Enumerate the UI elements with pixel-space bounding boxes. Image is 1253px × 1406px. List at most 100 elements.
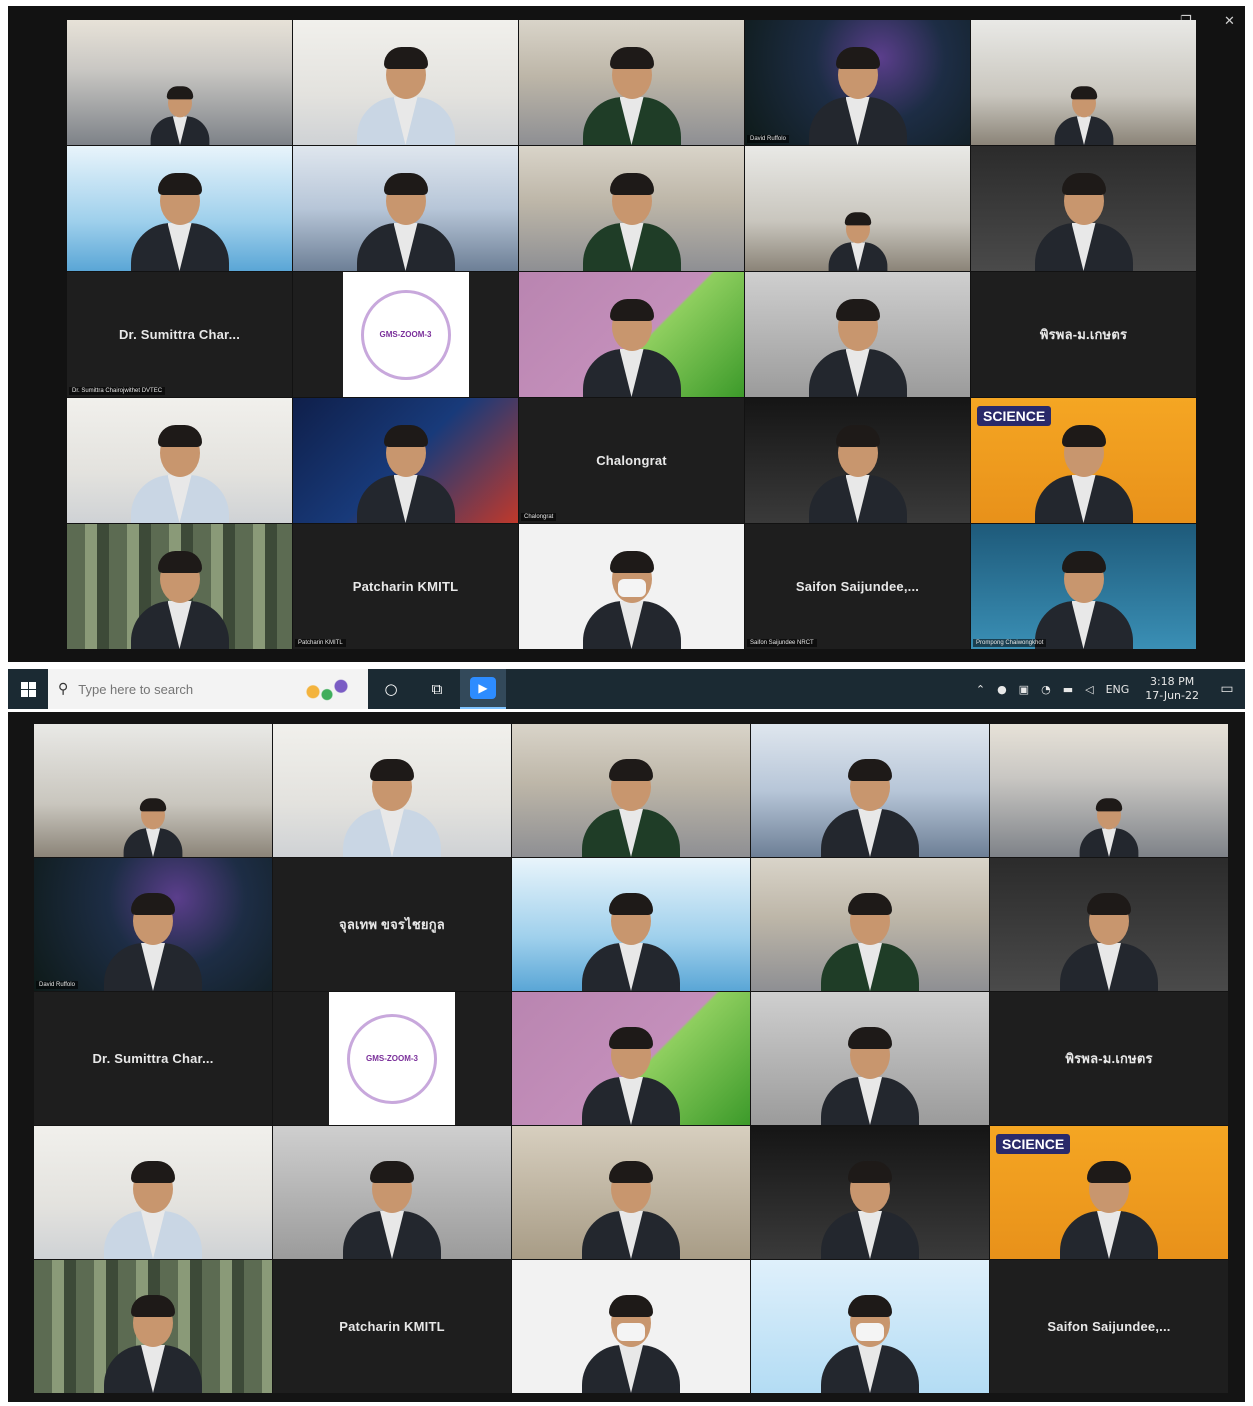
institute-of-science-logo: SCIENCE [996,1134,1071,1154]
participant-tile[interactable]: Patcharin KMITL [273,1260,511,1393]
participant-tile[interactable] [34,1260,272,1393]
participant-tile[interactable] [273,724,511,857]
participant-tile[interactable] [67,146,292,271]
participant-video [120,797,186,857]
participant-tile[interactable] [67,20,292,145]
participant-video [1051,85,1117,145]
participant-video [1054,891,1164,991]
zoom-app-icon: ▶ [470,677,496,699]
network-icon[interactable]: ◔ [1035,683,1057,696]
participant-video [815,1159,925,1259]
participant-video [825,211,891,271]
participant-tile[interactable] [751,858,989,991]
participant-video [815,757,925,857]
participant-tile[interactable]: David Ruffolo [745,20,970,145]
participant-video [98,891,208,991]
participant-tile[interactable] [751,1260,989,1393]
participant-tile[interactable] [971,146,1196,271]
participant-tile[interactable] [745,272,970,397]
participant-tile[interactable]: David Ruffolo [34,858,272,991]
participant-display-name: จุลเทพ ขจรไชยกูล [339,917,445,932]
close-icon[interactable]: ✕ [1224,14,1235,29]
notification-icon[interactable]: ▭ [1209,669,1245,709]
participant-grid: David Ruffolo จุลเทพ ขจรไชยกูล Dr. Sumittr… [34,724,1228,1393]
search-input[interactable] [76,680,281,698]
participant-tile[interactable] [293,20,518,145]
participant-tile[interactable]: GMS-ZOOM-3 [273,992,511,1125]
participant-tile[interactable]: GMS-ZOOM-3 [293,272,518,397]
app-tray-icon[interactable]: ▣ [1013,683,1035,696]
participant-tile[interactable] [519,524,744,649]
participant-tile[interactable] [745,146,970,271]
participant-tile[interactable]: Dr. Sumittra Char... Dr. Sumittra Chairoj… [67,272,292,397]
participant-tile[interactable] [273,1126,511,1259]
participant-tile[interactable]: Saifon Saijundee,... Saifon Saijundee NRC… [745,524,970,649]
participant-tile[interactable]: จุลเทพ ขจรไชยกูล [273,858,511,991]
volume-icon[interactable]: ◁ [1079,683,1099,696]
zoom-taskbar-button[interactable]: ▶ [460,669,506,709]
participant-tile[interactable] [512,724,750,857]
participant-tile[interactable] [745,398,970,523]
participant-tile[interactable]: Saifon Saijundee,... [990,1260,1228,1393]
participant-tile[interactable]: Prompong Chaiwongkhot [971,524,1196,649]
participant-video [815,1293,925,1393]
participant-video [577,171,687,271]
participant-tile[interactable] [512,992,750,1125]
participant-video [815,891,925,991]
participant-video [147,85,213,145]
participant-tile[interactable] [512,858,750,991]
participant-tile[interactable] [67,524,292,649]
participant-video [576,757,686,857]
participant-tile[interactable]: พิรพล-ม.เกษตร [990,992,1228,1125]
participant-video [98,1159,208,1259]
participant-video [351,423,461,523]
participant-tile[interactable]: SCIENCE [990,1126,1228,1259]
participant-tile[interactable] [512,1260,750,1393]
participant-tile[interactable] [67,398,292,523]
participant-tile[interactable]: Chalongrat Chalongrat [519,398,744,523]
microphone-icon[interactable]: ● [991,683,1013,696]
participant-tile[interactable] [751,724,989,857]
participant-tile[interactable] [34,1126,272,1259]
participant-tile[interactable] [519,146,744,271]
participant-tile[interactable]: พิรพล-ม.เกษตร [971,272,1196,397]
participant-video [576,1025,686,1125]
participant-display-name: พิรพล-ม.เกษตร [1065,1051,1153,1066]
participant-tile[interactable] [971,20,1196,145]
participant-video [815,1025,925,1125]
participant-tile[interactable] [990,858,1228,991]
participant-video [577,549,687,649]
participant-display-name: Chalongrat [596,453,667,468]
battery-icon[interactable]: ▬ [1057,683,1079,696]
participant-video [351,171,461,271]
cortana-icon[interactable]: ○ [368,669,414,709]
search-icon: ⚲ [58,681,69,697]
participant-video [337,757,447,857]
participant-tile[interactable] [293,398,518,523]
start-button[interactable] [8,669,48,709]
gms-zoom-logo-card: GMS-ZOOM-3 [342,272,469,397]
participant-name-label: Saifon Saijundee NRCT [747,639,817,647]
participant-tile[interactable] [293,146,518,271]
participant-display-name: Patcharin KMITL [339,1319,445,1334]
participant-name-label: Patcharin KMITL [295,639,346,647]
participant-video [803,45,913,145]
task-view-icon[interactable]: ⧉ [414,669,460,709]
participant-tile[interactable]: Patcharin KMITL Patcharin KMITL [293,524,518,649]
participant-tile[interactable] [34,724,272,857]
taskbar-search[interactable]: ⚲ [48,669,368,709]
taskbar-clock[interactable]: 3:18 PM 17-Jun-22 [1135,675,1209,703]
participant-tile[interactable]: SCIENCE [971,398,1196,523]
participant-display-name: Saifon Saijundee,... [795,579,920,594]
participant-tile[interactable] [751,1126,989,1259]
language-indicator[interactable]: ENG [1100,683,1136,696]
participant-tile[interactable]: Dr. Sumittra Char... [34,992,272,1125]
participant-video [576,891,686,991]
participant-tile[interactable] [990,724,1228,857]
show-hidden-icons-icon[interactable]: ⌃ [970,683,991,696]
participant-tile[interactable] [751,992,989,1125]
participant-tile[interactable] [512,1126,750,1259]
zoom-gallery-window-1: — ❐ ✕ David RuffoloDr. Sumittra Char...D… [8,6,1245,662]
participant-tile[interactable] [519,272,744,397]
participant-tile[interactable] [519,20,744,145]
